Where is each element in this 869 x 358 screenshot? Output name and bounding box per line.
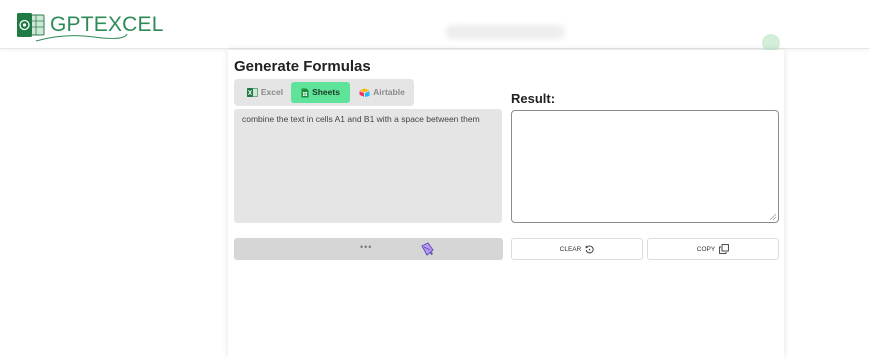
tab-excel-label: Excel (260, 87, 284, 97)
top-header: GPTEXCEL (0, 0, 869, 52)
page-title: Generate Formulas (234, 58, 371, 75)
magic-wand-icon (421, 242, 434, 256)
clear-button[interactable]: CLEAR (511, 238, 643, 260)
tab-airtable-label: Airtable (373, 87, 405, 97)
blurred-header-title (445, 25, 565, 39)
tab-sheets-label: Sheets (312, 87, 340, 97)
resize-grip-icon[interactable] (770, 214, 776, 220)
brand-logo[interactable]: GPTEXCEL (16, 11, 164, 42)
brand-swoosh (35, 33, 128, 42)
result-output[interactable] (511, 110, 779, 223)
clear-label: CLEAR (559, 245, 582, 253)
reset-icon (585, 245, 594, 254)
sheets-icon (301, 88, 309, 98)
copy-label: COPY (696, 245, 716, 253)
copy-button[interactable]: COPY (647, 238, 779, 260)
generate-button[interactable]: ••• (234, 238, 503, 260)
copy-icon (719, 244, 730, 254)
tab-airtable[interactable]: Airtable (352, 82, 412, 103)
loading-dots: ••• (360, 242, 373, 252)
formula-generator-panel: Generate Formulas Excel Sheets Airtable … (228, 50, 784, 358)
prompt-input[interactable]: combine the text in cells A1 and B1 with… (234, 109, 502, 223)
excel-icon (246, 88, 258, 97)
tab-excel[interactable]: Excel (238, 82, 292, 103)
result-label: Result: (511, 91, 556, 106)
tab-sheets[interactable]: Sheets (291, 82, 350, 103)
airtable-icon (359, 88, 370, 97)
platform-tabs: Excel Sheets Airtable (234, 79, 414, 106)
